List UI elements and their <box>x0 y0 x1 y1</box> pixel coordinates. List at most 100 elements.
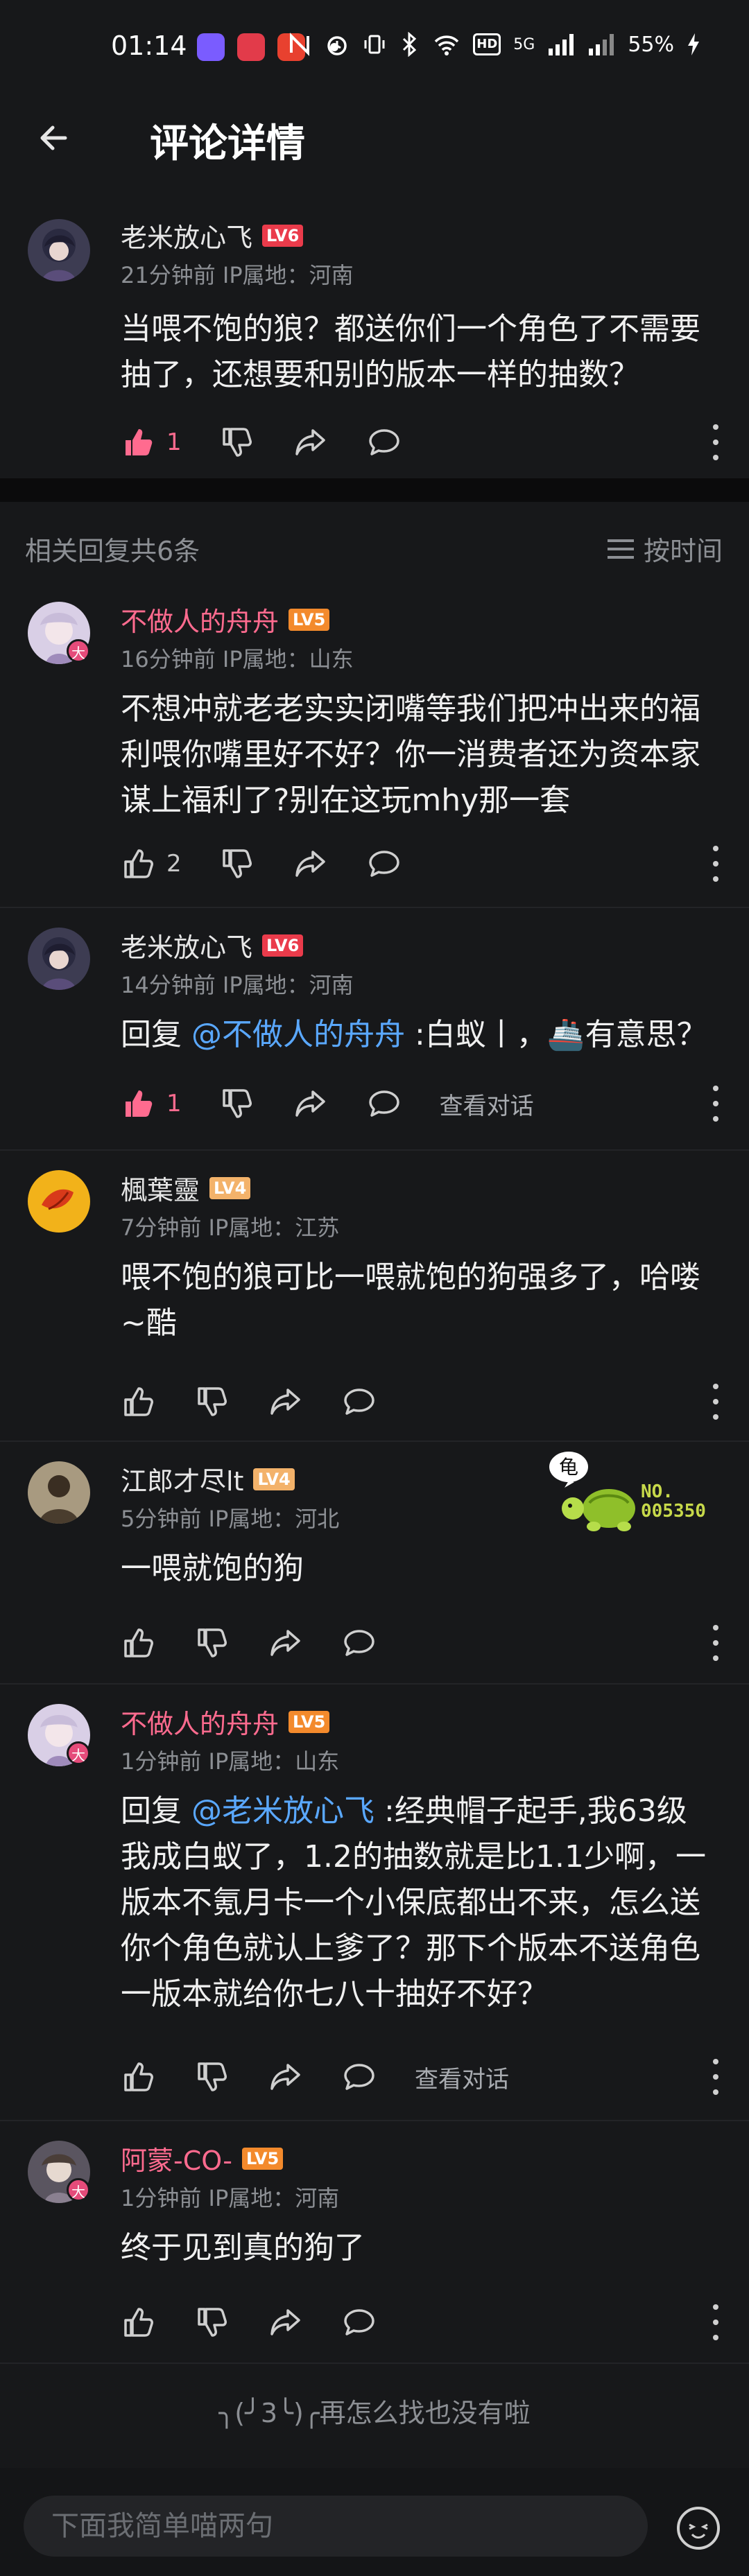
emoji-face-icon <box>689 2523 708 2539</box>
share-button[interactable] <box>268 2059 304 2095</box>
sort-label: 按时间 <box>643 536 723 566</box>
comment-content: 不想冲就老老实实闭嘴等我们把冲出来的福利喂你嘴里好不好？你一消费者还为资本家谋上… <box>121 691 700 818</box>
comment-meta: 1分钟前 IP属地：山东 <box>121 1748 340 1775</box>
share-button[interactable] <box>293 846 329 882</box>
comment-bubble-icon <box>344 2309 374 2335</box>
reply-button[interactable] <box>366 424 402 460</box>
dislike-button[interactable] <box>194 1384 230 1420</box>
reply-button[interactable] <box>341 2304 377 2340</box>
avatar[interactable] <box>28 1170 90 1233</box>
emoji-button[interactable] <box>677 2507 720 2550</box>
share-button[interactable] <box>268 1625 304 1661</box>
comment-actions: 1 <box>121 424 440 460</box>
comment-content: 喂不饱的狼可比一喂就饱的狗强多了，哈喽~酷 <box>121 1260 700 1341</box>
mention-link[interactable]: @老米放心飞 <box>191 1793 374 1829</box>
comment-input[interactable] <box>24 2496 648 2557</box>
sort-button[interactable]: 按时间 <box>607 530 723 568</box>
more-options-button[interactable] <box>710 1625 721 1661</box>
username-text[interactable]: 不做人的舟舟 <box>121 1703 279 1741</box>
more-options-button[interactable] <box>710 2059 721 2095</box>
end-of-list-message: ╮(╯3╰)╭再怎么找也没有啦 <box>218 2398 531 2428</box>
share-button[interactable] <box>293 424 329 460</box>
comment-username[interactable]: 不做人的舟舟 LV5 <box>121 1703 330 1741</box>
comment-username[interactable]: 江郎才尽lt LV4 <box>121 1460 295 1498</box>
dislike-button[interactable] <box>219 846 255 882</box>
view-conversation-link[interactable]: 查看对话 <box>415 2060 509 2094</box>
thumbs-up-icon <box>124 2308 153 2337</box>
username-text[interactable]: 老米放心飞 <box>121 216 252 254</box>
like-button[interactable] <box>121 2059 157 2095</box>
reply-button[interactable] <box>366 846 402 882</box>
like-button[interactable] <box>121 1384 157 1420</box>
dislike-button[interactable] <box>219 424 255 460</box>
comment-bubble-icon <box>368 1090 399 1117</box>
view-conversation-link[interactable]: 查看对话 <box>440 1087 534 1121</box>
username-text[interactable]: 老米放心飞 <box>121 926 252 964</box>
avatar[interactable] <box>28 1461 90 1524</box>
more-options-button[interactable] <box>710 2304 721 2340</box>
reply-button[interactable] <box>341 1384 377 1420</box>
comment-content: 一喂就饱的狗 <box>121 1551 304 1586</box>
comment-input-bar <box>0 2468 749 2576</box>
avatar[interactable] <box>28 219 90 281</box>
avatar[interactable] <box>28 928 90 990</box>
comment-actions: 2 <box>121 846 440 882</box>
thumbs-down-icon <box>222 1089 252 1118</box>
like-count: 1 <box>166 1090 182 1117</box>
level-badge: LV6 <box>262 224 304 247</box>
comment-actions: 1 查看对话 <box>121 1086 534 1122</box>
back-arrow-icon[interactable] <box>31 114 79 162</box>
share-icon <box>295 429 325 455</box>
reply-button[interactable] <box>366 1086 402 1122</box>
like-button[interactable] <box>121 846 157 882</box>
reply-button[interactable] <box>341 2059 377 2095</box>
comment-username[interactable]: 老米放心飞 LV6 <box>121 216 304 254</box>
more-options-button[interactable] <box>710 846 721 882</box>
comment-meta: 16分钟前 IP属地：山东 <box>121 646 354 672</box>
username-text[interactable]: 阿蒙-CO- <box>121 2139 232 2177</box>
like-button[interactable] <box>121 1625 157 1661</box>
thumbs-up-icon <box>124 849 153 878</box>
wifi-icon <box>434 35 459 55</box>
level-badge: LV4 <box>253 1468 295 1490</box>
comment-username[interactable]: 老米放心飞 LV6 <box>121 926 304 964</box>
share-button[interactable] <box>293 1086 329 1122</box>
more-options-button[interactable] <box>710 1086 721 1122</box>
level-badge: LV6 <box>262 934 304 957</box>
app-notification-icon <box>197 33 225 61</box>
comment-actions <box>121 1384 415 1420</box>
dislike-button[interactable] <box>194 2059 230 2095</box>
like-button[interactable] <box>121 1086 157 1122</box>
more-options-button[interactable] <box>710 424 721 460</box>
comment-meta: 1分钟前 IP属地：河南 <box>121 2185 340 2211</box>
reply-item: 老米放心飞 LV6 14分钟前 IP属地：河南 回复 @不做人的舟舟 :白蚁丨，… <box>0 908 749 1151</box>
signal-icon-2 <box>589 34 614 55</box>
thumbs-up-icon <box>124 1387 153 1416</box>
share-icon <box>270 1630 300 1656</box>
hd-icon: HD <box>473 33 501 55</box>
comment-actions <box>121 2304 415 2340</box>
share-icon <box>270 2309 300 2335</box>
dislike-button[interactable] <box>194 2304 230 2340</box>
username-text[interactable]: 不做人的舟舟 <box>121 600 279 638</box>
username-text[interactable]: 楓葉靈 <box>121 1169 200 1207</box>
comment-content: 回复 @不做人的舟舟 :白蚁丨，🚢有意思？ <box>121 1012 716 1058</box>
reply-button[interactable] <box>341 1625 377 1661</box>
share-button[interactable] <box>268 1384 304 1420</box>
more-options-button[interactable] <box>710 1384 721 1420</box>
thumbs-down-icon <box>198 2308 227 2337</box>
comment-content: 回复 @老米放心飞 :经典帽子起手,我63级我成白蚁了，1.2的抽数就是比1.1… <box>121 1789 716 2017</box>
mention-link[interactable]: @不做人的舟舟 <box>191 1017 405 1052</box>
comment-username[interactable]: 不做人的舟舟 LV5 <box>121 600 330 638</box>
username-text[interactable]: 江郎才尽lt <box>121 1460 243 1498</box>
like-button[interactable] <box>121 424 157 460</box>
comment-username[interactable]: 阿蒙-CO- LV5 <box>121 2139 284 2177</box>
comment-username[interactable]: 楓葉靈 LV4 <box>121 1169 251 1207</box>
like-button[interactable] <box>121 2304 157 2340</box>
status-bar: 01:14 HD 5G 55% <box>0 0 749 97</box>
dislike-button[interactable] <box>194 1625 230 1661</box>
dislike-button[interactable] <box>219 1086 255 1122</box>
share-button[interactable] <box>268 2304 304 2340</box>
replies-count: 相关回复共6条 <box>25 536 200 566</box>
charging-icon <box>688 33 699 55</box>
